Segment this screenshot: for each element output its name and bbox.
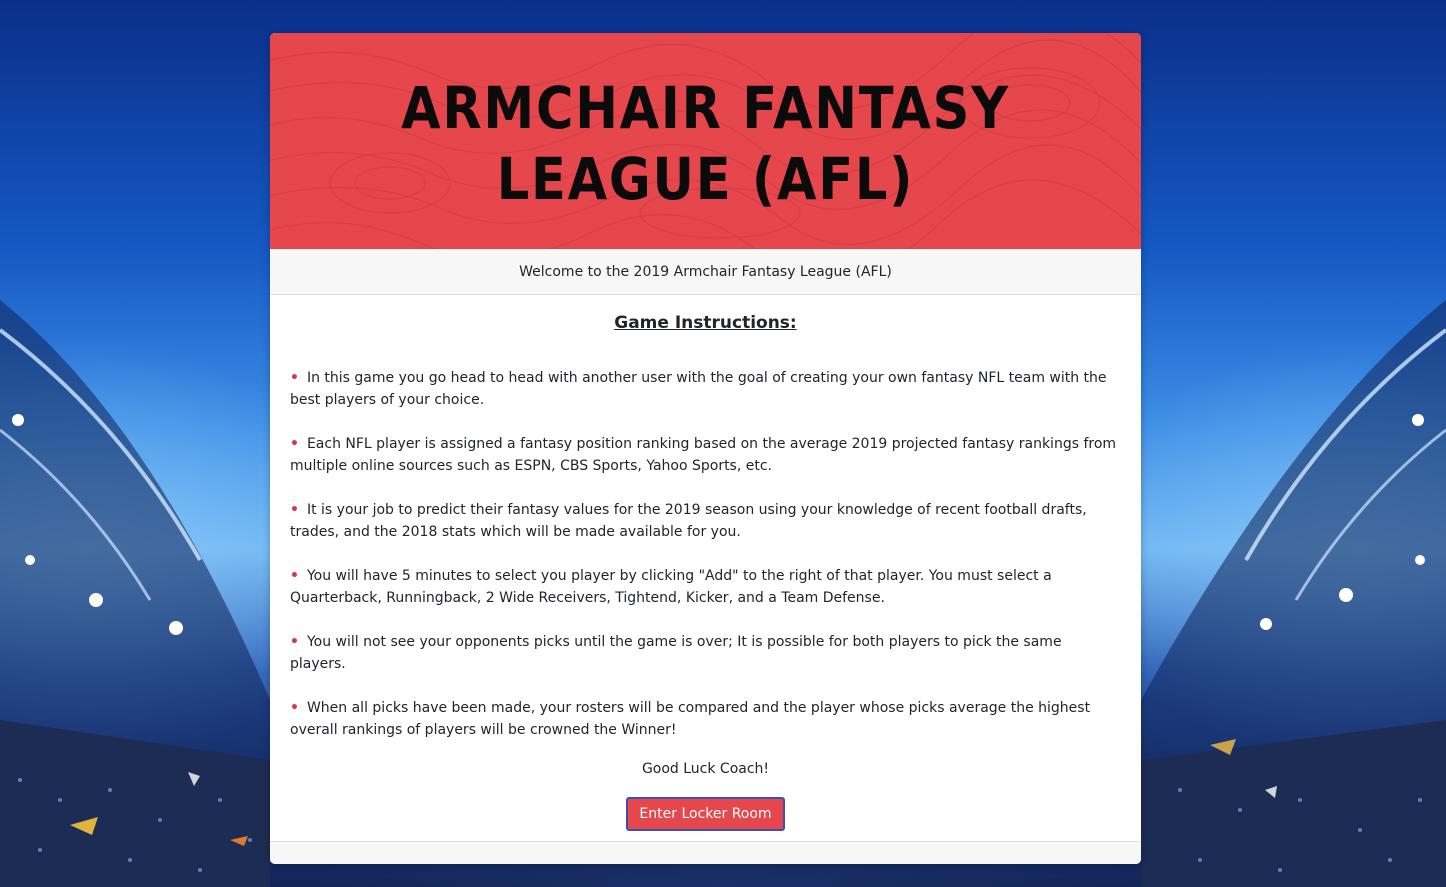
list-item: • You will have 5 minutes to select you p… <box>290 565 1121 609</box>
rule-text: Each NFL player is assigned a fantasy po… <box>290 436 1117 474</box>
list-item: • When all picks have been made, your ros… <box>290 697 1121 741</box>
list-item: • You will not see your opponents picks u… <box>290 631 1121 675</box>
rule-text: You will have 5 minutes to select you pl… <box>290 568 1052 606</box>
bullet-icon: • <box>290 568 299 584</box>
instructions-heading: Game Instructions: <box>614 313 797 333</box>
list-item: • In this game you go head to head with a… <box>290 367 1121 411</box>
button-container: Enter Locker Room <box>290 797 1121 831</box>
enter-locker-room-button[interactable]: Enter Locker Room <box>626 797 785 831</box>
rule-text: When all picks have been made, your rost… <box>290 700 1091 738</box>
bullet-icon: • <box>290 436 299 452</box>
rules-list: • In this game you go head to head with a… <box>290 367 1121 741</box>
rule-text: You will not see your opponents picks un… <box>290 634 1062 672</box>
list-item: • It is your job to predict their fantasy… <box>290 499 1121 543</box>
closing-text: Good Luck Coach! <box>641 761 770 777</box>
card-footer <box>270 841 1141 864</box>
page-title: ARMCHAIR FANTASY LEAGUE (AFL) <box>401 74 1010 213</box>
bullet-icon: • <box>290 370 299 386</box>
main-card: ARMCHAIR FANTASY LEAGUE (AFL) Welcome to… <box>270 33 1141 864</box>
bullet-icon: • <box>290 634 299 650</box>
list-item: • Each NFL player is assigned a fantasy p… <box>290 433 1121 477</box>
rule-text: It is your job to predict their fantasy … <box>290 502 1087 540</box>
bullet-icon: • <box>290 502 299 518</box>
welcome-subheader: Welcome to the 2019 Armchair Fantasy Lea… <box>270 249 1141 295</box>
header-banner: ARMCHAIR FANTASY LEAGUE (AFL) <box>270 33 1141 249</box>
rule-text: In this game you go head to head with an… <box>290 370 1107 408</box>
instructions-section: Game Instructions: • In this game you go … <box>270 295 1141 831</box>
bullet-icon: • <box>290 700 299 716</box>
